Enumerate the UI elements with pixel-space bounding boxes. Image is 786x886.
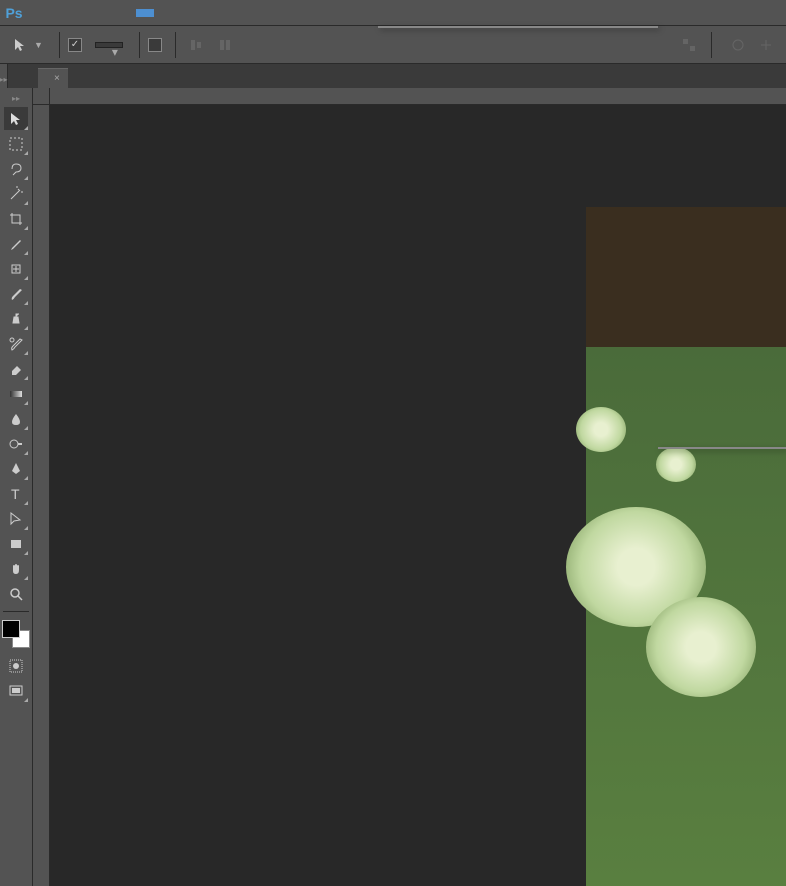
3d-orbit-icon[interactable] (728, 35, 748, 55)
app-logo: Ps (0, 0, 28, 26)
3d-pan-icon[interactable] (756, 35, 776, 55)
clone-stamp-tool[interactable] (4, 307, 28, 330)
menu-file[interactable] (28, 9, 46, 17)
path-selection-tool[interactable] (4, 507, 28, 530)
document-tab[interactable]: × (38, 68, 68, 88)
menu-edit[interactable] (46, 9, 64, 17)
align-icon-2[interactable] (216, 35, 236, 55)
gradient-tool[interactable] (4, 382, 28, 405)
menu-window[interactable] (190, 9, 208, 17)
quick-mask-tool[interactable] (4, 654, 28, 677)
options-bar: ▼ (0, 26, 786, 64)
menu-view[interactable] (172, 9, 190, 17)
zoom-tool[interactable] (4, 582, 28, 605)
menu-3d[interactable] (154, 9, 172, 17)
rectangle-tool[interactable] (4, 532, 28, 555)
marquee-tool[interactable] (4, 132, 28, 155)
lasso-tool[interactable] (4, 157, 28, 180)
align-right-icon[interactable] (679, 35, 699, 55)
crop-tool[interactable] (4, 207, 28, 230)
hand-tool[interactable] (4, 557, 28, 580)
menu-image[interactable] (64, 9, 82, 17)
ruler-vertical[interactable] (33, 105, 50, 886)
magic-wand-tool[interactable] (4, 182, 28, 205)
color-swatches[interactable] (2, 620, 30, 648)
move-tool-preset-icon[interactable] (10, 35, 30, 55)
document-tab-bar: × (0, 64, 786, 88)
panel-flap-icon[interactable]: ▸▸ (12, 94, 20, 103)
menu-filter[interactable] (136, 9, 154, 17)
auto-select-dropdown[interactable] (95, 42, 123, 48)
healing-brush-tool[interactable] (4, 257, 28, 280)
auto-select-checkbox[interactable] (68, 38, 82, 52)
menu-layer[interactable] (82, 9, 100, 17)
ruler-horizontal[interactable] (50, 88, 786, 105)
menu-bar: Ps (0, 0, 786, 26)
brush-tool[interactable] (4, 282, 28, 305)
document-image (586, 207, 786, 886)
history-brush-tool[interactable] (4, 332, 28, 355)
screen-mode-tool[interactable] (4, 679, 28, 702)
menu-select[interactable] (118, 9, 136, 17)
canvas-area (33, 88, 786, 886)
foreground-color-swatch[interactable] (2, 620, 20, 638)
show-transform-checkbox[interactable] (148, 38, 162, 52)
pen-tool[interactable] (4, 457, 28, 480)
move-tool[interactable] (4, 107, 28, 130)
dropdown-arrow-icon[interactable]: ▼ (34, 40, 43, 50)
align-icon-1[interactable] (188, 35, 208, 55)
eyedropper-tool[interactable] (4, 232, 28, 255)
dodge-tool[interactable] (4, 432, 28, 455)
filter-menu-dropdown (378, 26, 658, 28)
close-tab-icon[interactable]: × (54, 73, 60, 84)
filter-other-submenu (658, 447, 786, 449)
canvas[interactable] (50, 105, 786, 886)
svg-text:T: T (11, 486, 20, 502)
tool-panel: ▸▸ T (0, 88, 33, 886)
menu-type[interactable] (100, 9, 118, 17)
eraser-tool[interactable] (4, 357, 28, 380)
ruler-origin[interactable] (33, 88, 50, 105)
type-tool[interactable]: T (4, 482, 28, 505)
menu-help[interactable] (208, 9, 226, 17)
blur-tool[interactable] (4, 407, 28, 430)
